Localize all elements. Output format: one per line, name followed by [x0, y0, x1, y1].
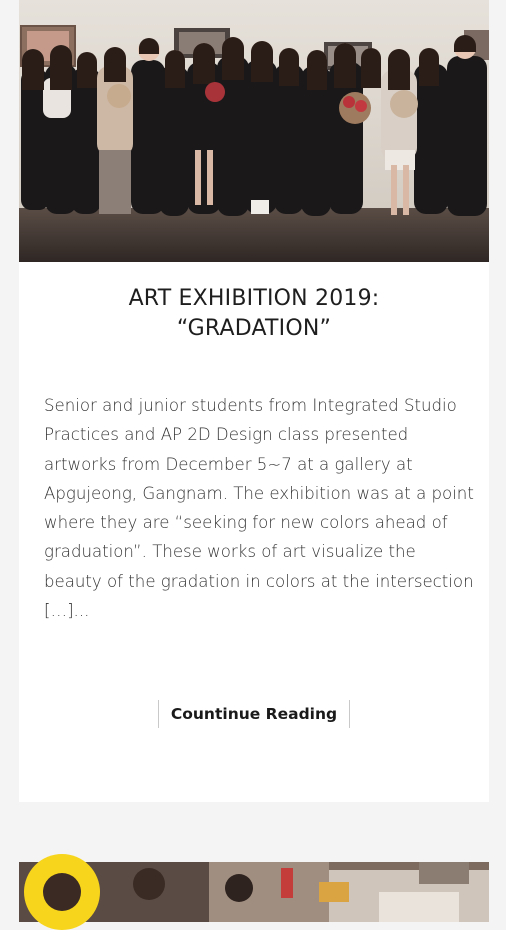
- post-card: ART EXHIBITION 2019: “GRADATION” Senior …: [19, 0, 489, 802]
- post-excerpt: Senior and junior students from Integrat…: [44, 396, 474, 621]
- profile-badge-icon[interactable]: [24, 854, 100, 930]
- continue-reading-link[interactable]: Countinue Reading: [157, 700, 351, 728]
- read-more-container: Countinue Reading: [19, 700, 489, 728]
- post-featured-image[interactable]: [19, 0, 489, 262]
- group-photo-illustration: [19, 0, 489, 262]
- badge-avatar: [43, 873, 81, 911]
- post-title[interactable]: ART EXHIBITION 2019: “GRADATION”: [49, 284, 459, 344]
